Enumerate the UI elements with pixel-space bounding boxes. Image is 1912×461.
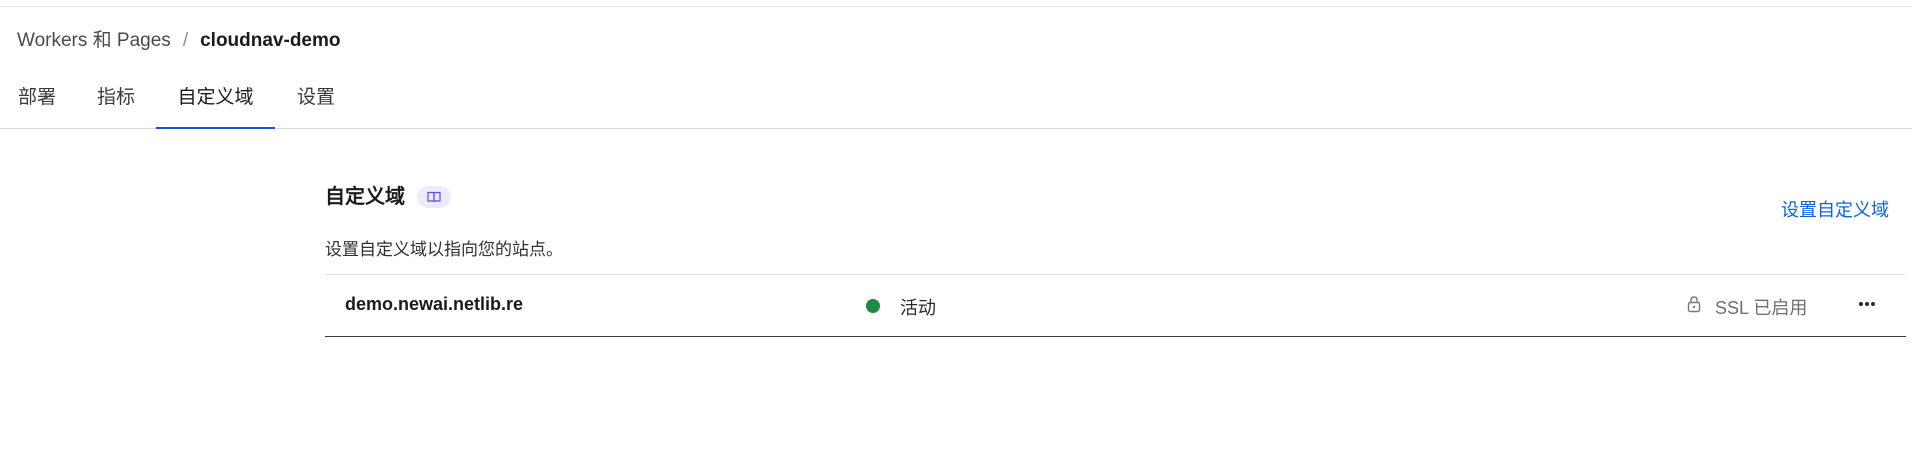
breadcrumb-parent-link[interactable]: Workers 和 Pages (17, 29, 171, 53)
domain-table: demo.newai.netlib.re 活动 SSL 已启用 (325, 274, 1906, 337)
table-row: demo.newai.netlib.re 活动 SSL 已启用 (325, 275, 1906, 336)
top-divider (0, 6, 1912, 7)
tab-custom-domains[interactable]: 自定义域 (156, 76, 275, 129)
section-description: 设置自定义域以指向您的站点。 (325, 240, 563, 259)
ssl-status-text: SSL 已启用 (1715, 298, 1808, 318)
tab-bar: 部署 指标 自定义域 设置 (0, 76, 1912, 129)
domain-name: demo.newai.netlib.re (345, 294, 524, 314)
setup-custom-domain-button[interactable]: 设置自定义域 (1781, 196, 1889, 222)
breadcrumb-current: cloudnav-demo (200, 30, 341, 51)
book-icon[interactable] (417, 186, 451, 208)
page: Workers 和 Pages / cloudnav-demo 部署 指标 自定… (0, 0, 1912, 461)
breadcrumb-separator: / (182, 30, 189, 51)
breadcrumb: Workers 和 Pages / cloudnav-demo (17, 29, 341, 53)
tab-deployments[interactable]: 部署 (17, 76, 57, 128)
section-title: 自定义域 (325, 186, 405, 208)
status-text: 活动 (900, 298, 936, 318)
more-horizontal-icon[interactable] (1852, 289, 1882, 319)
lock-icon (1687, 295, 1701, 313)
book-icon-glyph (427, 191, 441, 203)
status-dot-icon (866, 299, 880, 313)
section-header: 自定义域 (325, 183, 451, 211)
tab-settings[interactable]: 设置 (296, 76, 336, 128)
tab-metrics[interactable]: 指标 (96, 76, 136, 128)
